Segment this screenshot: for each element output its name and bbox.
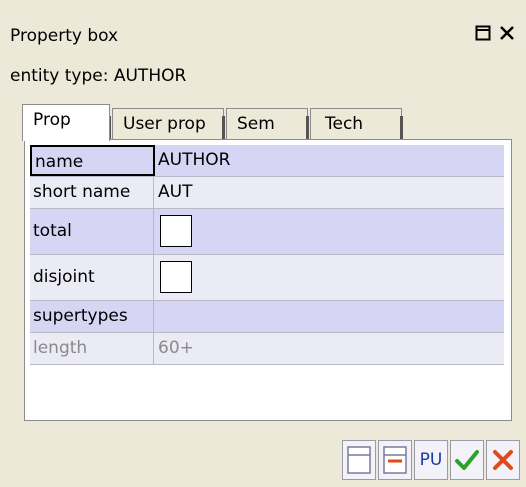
remove-row-icon [383, 446, 407, 474]
cancel-icon [493, 450, 513, 470]
property-key: supertypes [30, 301, 154, 332]
property-key: disjoint [30, 255, 154, 300]
total-checkbox[interactable] [160, 215, 192, 247]
property-value[interactable]: AUT [158, 177, 504, 208]
tab-sem[interactable]: Sem [226, 108, 308, 140]
property-panel: name AUTHOR short name AUT total disjoin… [24, 139, 512, 421]
property-key: length [30, 333, 154, 364]
tab-divider [222, 116, 225, 140]
pu-button[interactable]: PU [414, 440, 448, 480]
close-icon[interactable] [496, 22, 518, 44]
property-row-length: length 60+ [30, 333, 504, 365]
cancel-button[interactable] [486, 440, 520, 480]
restore-icon[interactable] [472, 22, 494, 44]
window-controls [472, 22, 518, 44]
tab-divider [400, 116, 403, 140]
remove-row-button[interactable] [378, 440, 412, 480]
check-icon [455, 450, 479, 470]
bottom-toolbar: PU [342, 440, 520, 480]
property-value[interactable] [158, 301, 504, 332]
panel-button[interactable] [342, 440, 376, 480]
tab-prop[interactable]: Prop [22, 104, 110, 141]
ok-button[interactable] [450, 440, 484, 480]
property-value: 60+ [158, 338, 194, 358]
property-row-short-name[interactable]: short name AUT [30, 177, 504, 209]
window-title: Property box [10, 26, 119, 46]
property-row-supertypes[interactable]: supertypes [30, 301, 504, 333]
tab-tech[interactable]: Tech [310, 108, 402, 140]
tab-user-prop[interactable]: User prop [112, 108, 224, 140]
property-row-name[interactable]: name AUTHOR [30, 145, 504, 177]
property-row-disjoint[interactable]: disjoint [30, 255, 504, 301]
entity-type-label: entity type: AUTHOR [10, 66, 187, 86]
property-grid: name AUTHOR short name AUT total disjoin… [30, 145, 504, 365]
property-key: name [30, 145, 155, 176]
titlebar: Property box [0, 0, 526, 64]
property-value[interactable]: AUTHOR [158, 145, 504, 176]
property-key: short name [30, 177, 154, 208]
property-row-total[interactable]: total [30, 209, 504, 255]
panel-icon [347, 446, 371, 474]
disjoint-checkbox[interactable] [160, 261, 192, 293]
property-key: total [30, 209, 154, 254]
tab-divider [306, 116, 309, 140]
